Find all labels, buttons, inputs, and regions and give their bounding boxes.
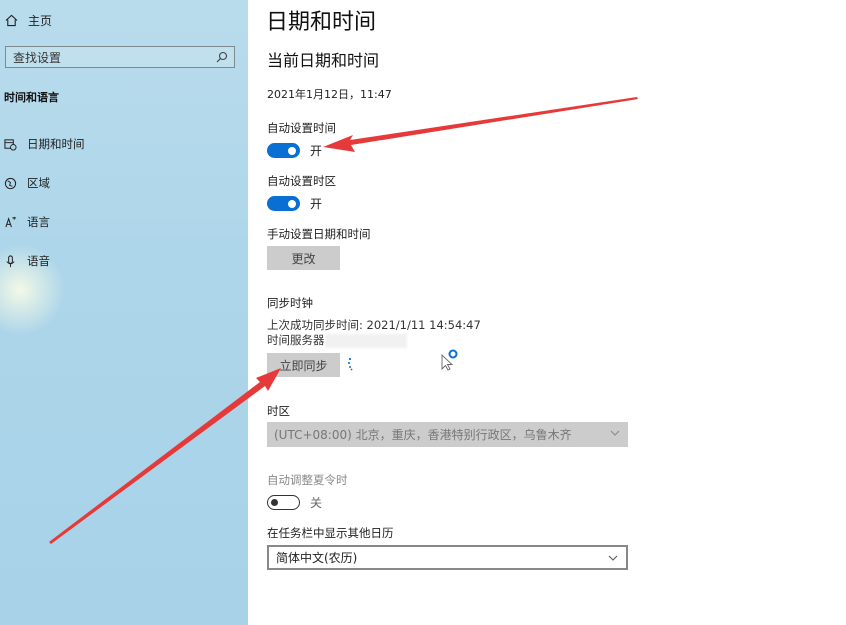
sidebar-item-region[interactable]: 区域 xyxy=(4,175,50,191)
main-panel: 日期和时间 当前日期和时间 2021年1月12日，11:47 自动设置时间 开 … xyxy=(248,0,846,625)
home-icon xyxy=(5,14,18,27)
sidebar-item-label: 语言 xyxy=(27,215,50,229)
dst-toggle-row[interactable]: 关 xyxy=(267,494,322,511)
calendar-clock-icon xyxy=(4,138,17,151)
calendar-label: 在任务栏中显示其他日历 xyxy=(267,526,394,540)
sidebar-item-label: 区域 xyxy=(27,176,50,190)
language-icon xyxy=(5,216,17,227)
timezone-label: 时区 xyxy=(267,404,290,418)
current-datetime: 2021年1月12日，11:47 xyxy=(267,88,392,101)
chevron-down-icon xyxy=(610,430,620,436)
globe-region-icon xyxy=(4,177,17,189)
redacted-server-value xyxy=(324,333,407,348)
calendar-value: 简体中文(农历) xyxy=(276,551,358,565)
home-label: 主页 xyxy=(28,14,53,28)
sidebar-item-date-time[interactable]: 日期和时间 xyxy=(4,136,85,152)
sync-now-button[interactable]: 立即同步 xyxy=(267,353,340,377)
auto-time-state: 开 xyxy=(310,144,323,158)
dst-label: 自动调整夏令时 xyxy=(267,473,348,487)
search-input[interactable] xyxy=(6,48,203,68)
search-icon[interactable] xyxy=(216,51,228,63)
auto-time-label: 自动设置时间 xyxy=(267,121,336,135)
chevron-down-icon xyxy=(608,555,618,561)
microphone-icon xyxy=(6,254,15,267)
sidebar: 主页 时间和语言 日期和时间 区域 语言 语音 xyxy=(0,0,248,625)
manual-datetime-label: 手动设置日期和时间 xyxy=(267,227,371,241)
loading-spinner-icon xyxy=(348,357,353,371)
auto-timezone-state: 开 xyxy=(310,197,323,211)
section-title: 当前日期和时间 xyxy=(267,51,380,70)
change-button[interactable]: 更改 xyxy=(267,246,340,270)
sidebar-item-language[interactable]: 语言 xyxy=(4,214,50,230)
home-nav[interactable]: 主页 xyxy=(5,12,52,29)
sync-clock-label: 同步时钟 xyxy=(267,296,313,310)
dst-toggle[interactable] xyxy=(267,495,300,510)
time-server-row: 时间服务器 xyxy=(267,332,407,348)
auto-time-toggle[interactable] xyxy=(267,143,300,158)
calendar-dropdown[interactable]: 简体中文(农历) xyxy=(267,545,628,570)
sidebar-section-title: 时间和语言 xyxy=(4,91,59,104)
auto-timezone-toggle[interactable] xyxy=(267,196,300,211)
page-title: 日期和时间 xyxy=(266,10,377,35)
last-sync-text: 上次成功同步时间: 2021/1/11 14:54:47 xyxy=(267,318,481,332)
busy-cursor-icon xyxy=(441,349,458,371)
timezone-dropdown[interactable]: (UTC+08:00) 北京，重庆，香港特别行政区，乌鲁木齐 xyxy=(267,422,628,447)
auto-timezone-toggle-row[interactable]: 开 xyxy=(267,195,322,212)
auto-timezone-label: 自动设置时区 xyxy=(267,174,336,188)
sidebar-item-label: 语音 xyxy=(27,254,50,268)
auto-time-toggle-row[interactable]: 开 xyxy=(267,142,322,159)
sidebar-item-speech[interactable]: 语音 xyxy=(4,253,50,269)
search-box[interactable] xyxy=(5,46,235,68)
time-server-label: 时间服务器 xyxy=(267,333,325,347)
timezone-value: (UTC+08:00) 北京，重庆，香港特别行政区，乌鲁木齐 xyxy=(274,428,572,442)
dst-state: 关 xyxy=(310,496,323,510)
sidebar-item-label: 日期和时间 xyxy=(27,137,85,151)
